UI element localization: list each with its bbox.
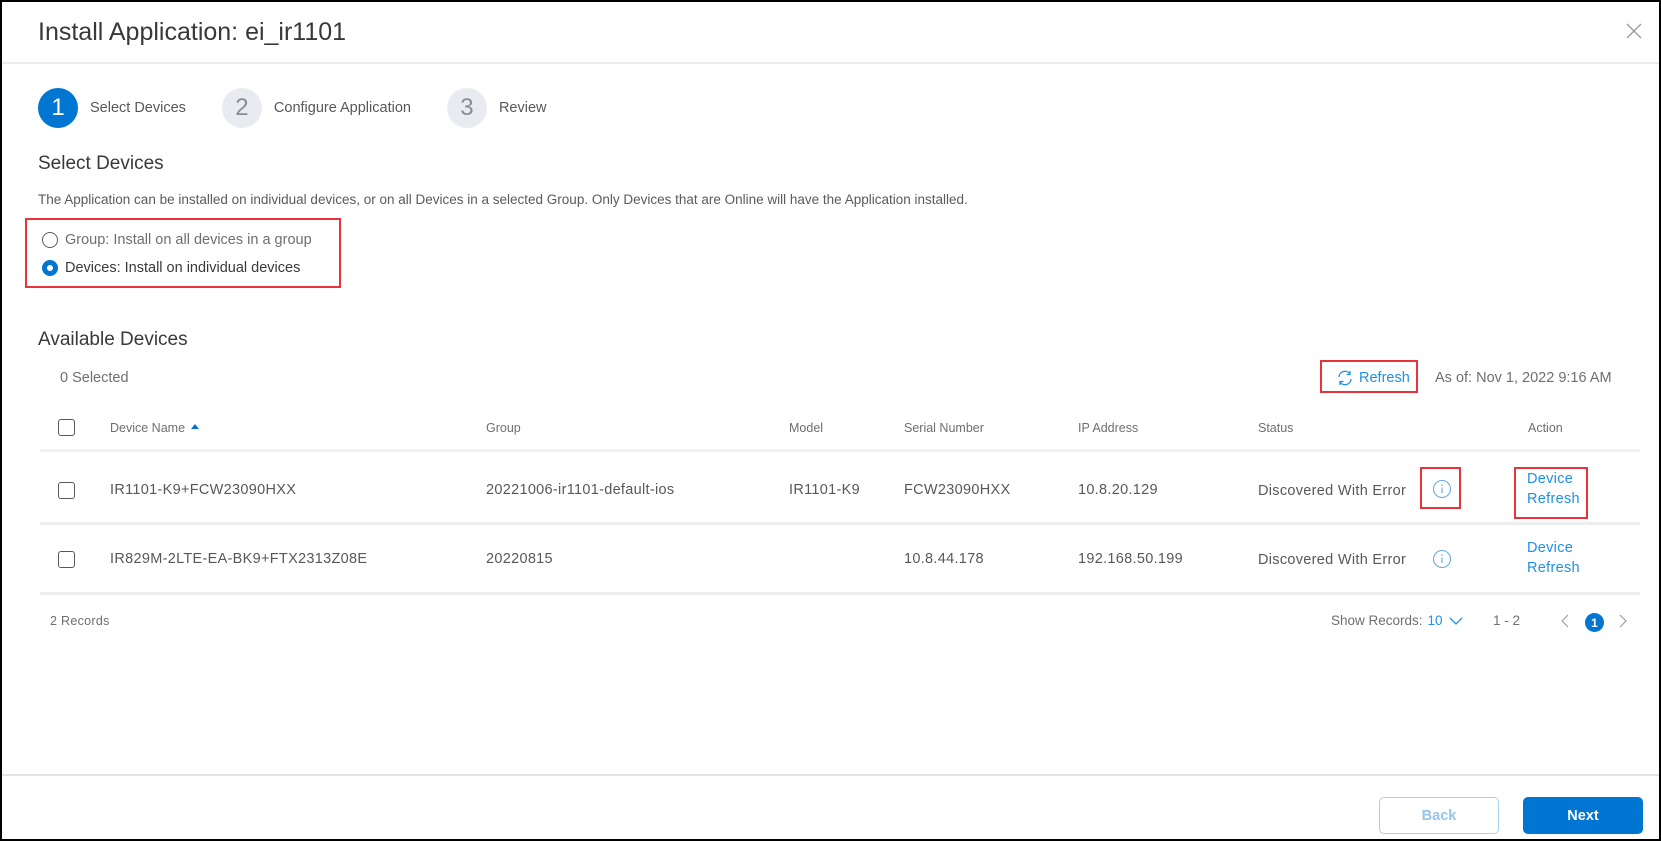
show-records-label: Show Records: <box>1331 613 1423 628</box>
model-cell: IR1101-K9 <box>789 482 860 498</box>
column-header-status[interactable]: Status <box>1258 421 1293 435</box>
column-header-model[interactable]: Model <box>789 421 823 435</box>
row-checkbox[interactable] <box>58 551 75 568</box>
select-devices-description: The Application can be installed on indi… <box>38 192 968 207</box>
records-count: 2 Records <box>50 614 110 628</box>
group-cell: 20220815 <box>486 551 553 567</box>
back-button[interactable]: Back <box>1379 797 1499 834</box>
selected-count: 0 Selected <box>60 370 129 386</box>
info-icon[interactable] <box>1432 549 1452 569</box>
column-header-ip-address[interactable]: IP Address <box>1078 421 1138 435</box>
previous-page-button[interactable] <box>1558 612 1572 630</box>
step-review[interactable]: 3 Review <box>446 88 547 128</box>
sort-ascending-icon <box>191 424 200 430</box>
chevron-right-icon <box>1619 614 1627 628</box>
available-devices-heading: Available Devices <box>38 329 188 350</box>
info-icon[interactable] <box>1432 479 1452 499</box>
step-number: 1 <box>38 88 78 128</box>
footer-divider <box>2 774 1659 776</box>
select-devices-heading: Select Devices <box>38 153 164 174</box>
step-label: Configure Application <box>273 100 411 116</box>
radio-label: Devices: Install on individual devices <box>65 260 301 276</box>
chevron-left-icon <box>1561 614 1569 628</box>
column-header-serial-number[interactable]: Serial Number <box>904 421 984 435</box>
device-refresh-link[interactable]: Device Refresh <box>1527 538 1580 578</box>
column-header-action: Action <box>1528 421 1563 435</box>
status-cell: Discovered With Error <box>1258 552 1407 568</box>
step-configure-application[interactable]: 2 Configure Application <box>221 88 411 128</box>
row-checkbox[interactable] <box>58 482 75 499</box>
radio-unchecked-icon[interactable] <box>42 232 58 248</box>
ip-address-cell: 192.168.50.199 <box>1078 551 1183 567</box>
show-records-dropdown[interactable]: 10 <box>1428 613 1463 628</box>
device-refresh-link[interactable]: Device Refresh <box>1527 469 1580 509</box>
table-row: IR829M-2LTE-EA-BK9+FTX2313Z08E 20220815 … <box>40 525 1640 595</box>
refresh-icon <box>1338 370 1352 386</box>
serial-number-cell: FCW23090HXX <box>904 482 1011 498</box>
close-icon <box>1626 23 1642 39</box>
table-row: IR1101-K9+FCW23090HXX 20221006-ir1101-de… <box>40 455 1640 525</box>
ip-address-cell: 10.8.20.129 <box>1078 482 1158 498</box>
last-updated-timestamp: As of: Nov 1, 2022 9:16 AM <box>1435 370 1612 386</box>
column-header-group[interactable]: Group <box>486 421 521 435</box>
step-label: Select Devices <box>90 100 186 116</box>
column-header-device-name[interactable]: Device Name <box>110 421 200 435</box>
radio-checked-icon[interactable] <box>42 260 58 276</box>
refresh-button[interactable]: Refresh <box>1336 369 1410 387</box>
device-name-cell: IR829M-2LTE-EA-BK9+FTX2313Z08E <box>110 551 368 567</box>
chevron-down-icon <box>1449 617 1463 625</box>
install-application-modal: Install Application: ei_ir1101 1 Select … <box>2 2 1659 839</box>
step-number: 2 <box>221 88 262 128</box>
page-number-current[interactable]: 1 <box>1585 613 1604 632</box>
group-cell: 20221006-ir1101-default-ios <box>486 482 675 498</box>
select-all-checkbox[interactable] <box>58 419 75 436</box>
modal-title: Install Application: ei_ir1101 <box>38 18 347 46</box>
step-number: 3 <box>446 88 487 128</box>
device-name-cell: IR1101-K9+FCW23090HXX <box>110 482 297 498</box>
refresh-label: Refresh <box>1359 370 1410 386</box>
radio-label: Group: Install on all devices in a group <box>65 232 312 248</box>
table-header-row: Device Name Group Model Serial Number IP… <box>40 406 1640 452</box>
highlight-box-install-mode <box>25 218 341 288</box>
radio-group-install[interactable]: Group: Install on all devices in a group <box>42 232 312 248</box>
serial-number-cell: 10.8.44.178 <box>904 551 984 567</box>
close-button[interactable] <box>1623 20 1645 42</box>
modal-header: Install Application: ei_ir1101 <box>2 2 1659 64</box>
next-page-button[interactable] <box>1616 612 1630 630</box>
status-cell: Discovered With Error <box>1258 483 1407 499</box>
next-button[interactable]: Next <box>1523 797 1643 834</box>
step-label: Review <box>498 100 547 116</box>
step-select-devices[interactable]: 1 Select Devices <box>38 88 186 128</box>
records-range: 1 - 2 <box>1493 613 1521 628</box>
show-records: Show Records: 10 <box>1331 613 1463 628</box>
radio-devices-install[interactable]: Devices: Install on individual devices <box>42 260 300 276</box>
wizard-stepper: 1 Select Devices 2 Configure Application… <box>38 88 583 128</box>
